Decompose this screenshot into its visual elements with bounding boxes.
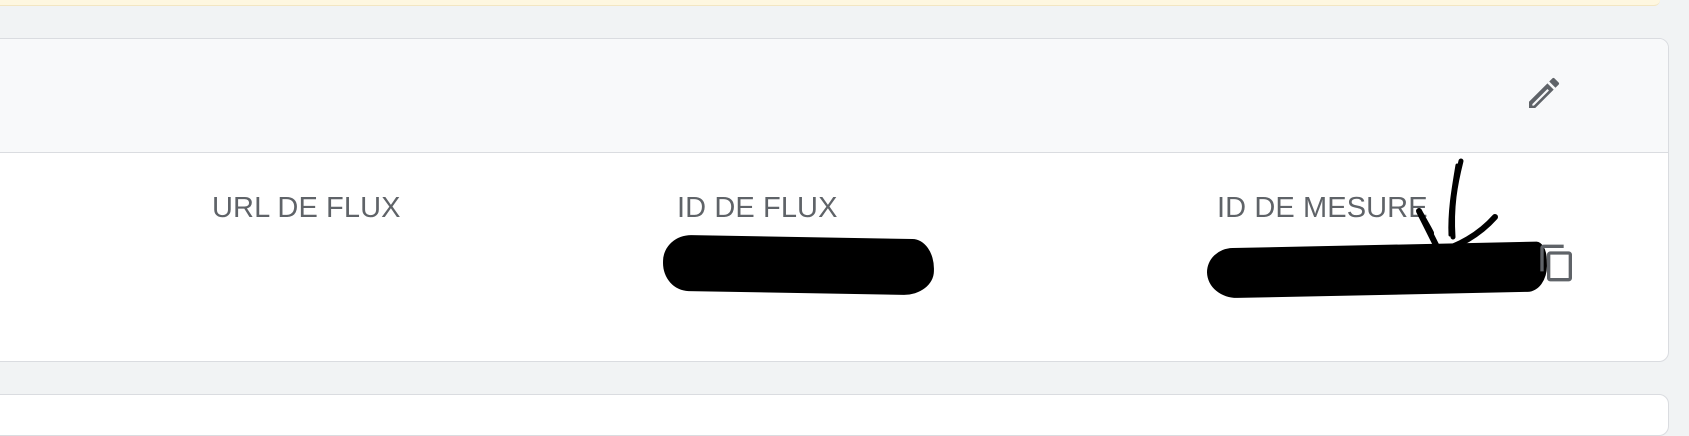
stream-id-redaction (662, 234, 935, 296)
copy-icon (1540, 244, 1572, 282)
measurement-id-label: ID DE MESURE (1217, 192, 1428, 224)
handdrawn-arrow-annotation (1416, 158, 1498, 254)
stream-details-card: URL DE FLUX ID DE FLUX ID DE MESURE (0, 38, 1669, 362)
next-card (0, 394, 1669, 436)
copy-button[interactable] (1535, 239, 1579, 287)
notice-banner (0, 0, 1660, 6)
stream-url-label: URL DE FLUX (212, 192, 401, 224)
card-header (0, 39, 1668, 153)
pencil-icon (1529, 77, 1560, 108)
stream-id-label: ID DE FLUX (677, 192, 838, 224)
edit-button[interactable] (1522, 71, 1566, 115)
